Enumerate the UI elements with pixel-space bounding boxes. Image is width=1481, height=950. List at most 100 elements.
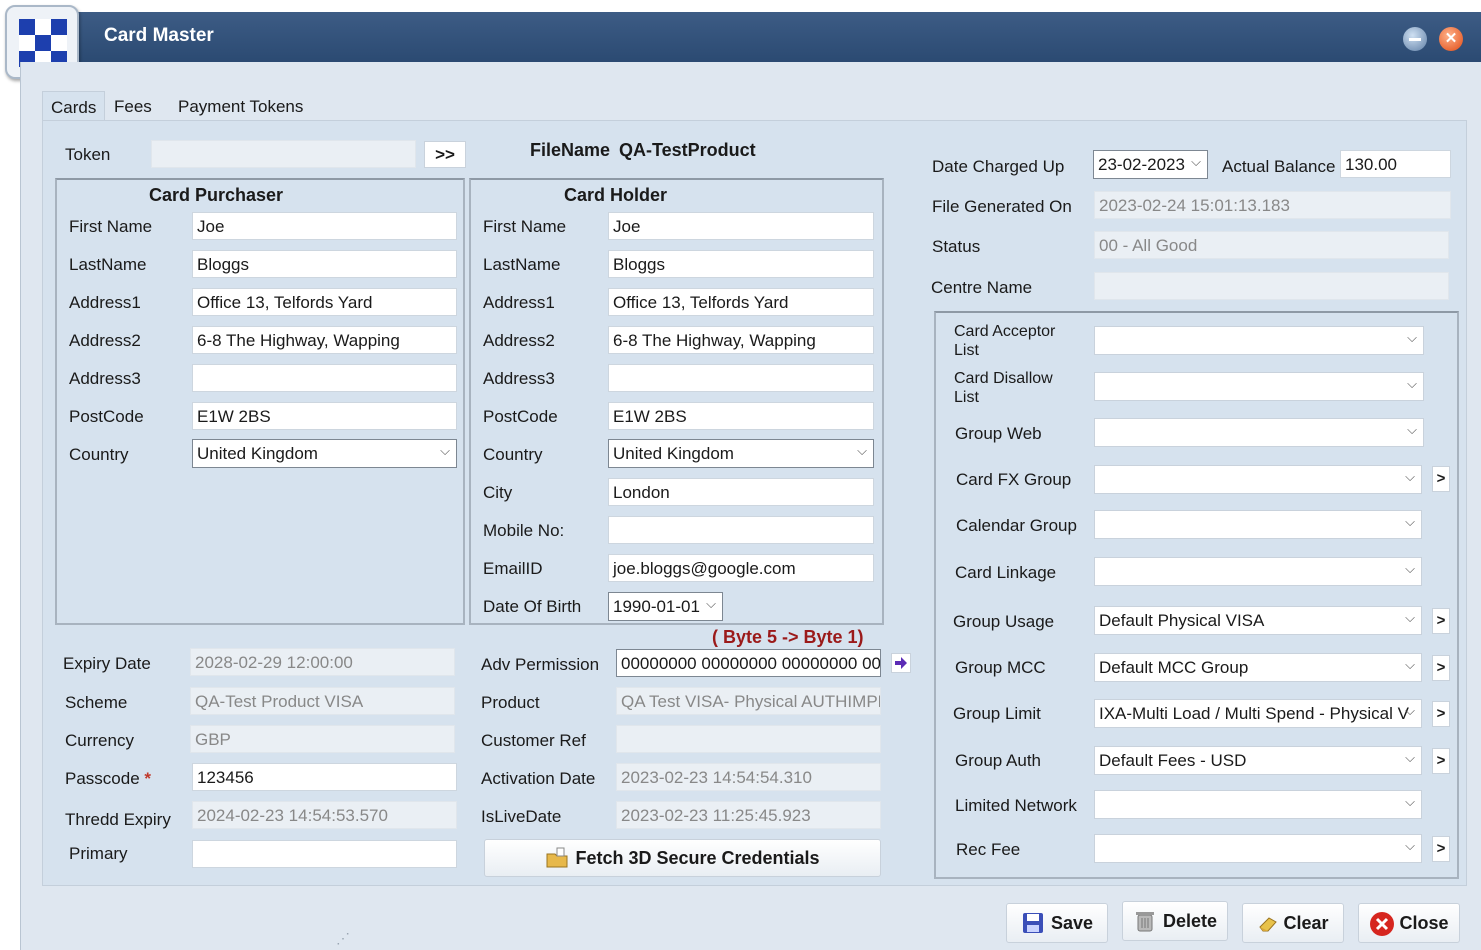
purchaser-last-name-input[interactable]: Bloggs [192,250,457,278]
close-label: Close [1399,912,1449,933]
adv-permission-expand-icon[interactable] [891,653,911,673]
passcode-input[interactable]: 123456 [192,763,457,791]
group-web-select[interactable] [1094,418,1424,447]
group-usage-select[interactable]: Default Physical VISA [1094,606,1422,635]
scheme-input[interactable]: QA-Test Product VISA [190,687,455,715]
chevron-down-icon [1405,657,1415,673]
is-live-date-input[interactable]: 2023-02-23 11:25:45.923 [616,801,881,829]
group-web-label: Group Web [955,424,1042,443]
holder-postcode-input[interactable]: E1W 2BS [608,402,874,430]
trash-icon [1133,909,1157,933]
byte-order-note: ( Byte 5 -> Byte 1) [712,627,864,647]
card-purchaser-title: Card Purchaser [149,185,284,205]
purchaser-address1-input[interactable]: Office 13, Telfords Yard [192,288,457,316]
thredd-expiry-input[interactable]: 2024-02-23 14:54:53.570 [192,801,457,829]
fetch-3d-secure-button[interactable]: Fetch 3D Secure Credentials [484,839,881,877]
purchaser-country-select[interactable]: United Kingdom [192,439,457,468]
activation-date-input[interactable]: 2023-02-23 14:54:54.310 [616,763,881,791]
expiry-date-input[interactable]: 2028-02-29 12:00:00 [190,648,455,676]
card-linkage-select[interactable] [1094,557,1422,586]
activation-date-label: Activation Date [481,769,596,788]
tab-payment-tokens[interactable]: Payment Tokens [170,91,311,121]
chevron-down-icon [706,596,716,612]
customer-ref-input[interactable] [616,725,881,753]
tab-fees[interactable]: Fees [106,91,160,121]
holder-country-select[interactable]: United Kingdom [608,439,874,468]
purchaser-postcode-input[interactable]: E1W 2BS [192,402,457,430]
purchaser-address3-input[interactable] [192,364,457,392]
thredd-expiry-label: Thredd Expiry [65,810,171,829]
centre-name-input[interactable] [1094,272,1449,300]
holder-email-input[interactable]: joe.bloggs@google.com [608,554,874,582]
holder-address1-input[interactable]: Office 13, Telfords Yard [608,288,874,316]
token-go-button[interactable]: >> [424,141,466,168]
holder-country-label: Country [483,445,543,464]
file-generated-on-input[interactable]: 2023-02-24 15:01:13.183 [1094,191,1451,219]
folder-key-icon [545,846,569,870]
save-button[interactable]: Save [1006,903,1108,943]
group-limit-select[interactable]: IXA-Multi Load / Multi Spend - Physical … [1094,699,1422,728]
card-acceptor-list-select[interactable] [1094,326,1424,355]
product-input[interactable]: QA Test VISA- Physical AUTHIMPR [616,687,881,715]
holder-address3-input[interactable] [608,364,874,392]
group-usage-open-button[interactable]: > [1432,608,1450,634]
chevron-down-icon [1405,469,1415,485]
group-auth-open-button[interactable]: > [1432,748,1450,774]
adv-permission-input[interactable]: 00000000 00000000 00000000 000 [616,649,881,677]
holder-dob-picker[interactable]: 1990-01-01 [608,592,723,621]
holder-address2-input[interactable]: 6-8 The Highway, Wapping [608,326,874,354]
group-auth-value: Default Fees - USD [1099,751,1247,770]
holder-dob-label: Date Of Birth [483,597,582,616]
group-mcc-open-button[interactable]: > [1432,655,1450,681]
group-usage-label: Group Usage [953,612,1055,631]
rec-fee-open-button[interactable]: > [1432,836,1450,862]
purchaser-first-name-input[interactable]: Joe [192,212,457,240]
holder-city-input[interactable]: London [608,478,874,506]
holder-country-value: United Kingdom [613,444,734,463]
date-charged-up-label: Date Charged Up [932,157,1065,176]
window-close-icon[interactable]: ✕ [1439,27,1463,51]
purchaser-address2-input[interactable]: 6-8 The Highway, Wapping [192,326,457,354]
token-input[interactable] [151,140,416,168]
group-limit-label: Group Limit [953,704,1041,723]
title-bar [20,12,1481,62]
fetch-3d-secure-label: Fetch 3D Secure Credentials [575,847,820,868]
expiry-date-label: Expiry Date [63,654,151,673]
card-disallow-list-select[interactable] [1094,372,1424,401]
purchaser-address3-label: Address3 [69,369,141,388]
calendar-group-select[interactable] [1094,510,1422,539]
holder-last-name-input[interactable]: Bloggs [608,250,874,278]
chevron-down-icon [1405,610,1415,626]
date-charged-up-value: 23-02-2023 [1098,155,1185,174]
primary-input[interactable] [192,840,457,868]
rec-fee-select[interactable] [1094,834,1422,863]
product-label: Product [481,693,540,712]
minimize-icon[interactable] [1403,27,1427,51]
date-charged-up-picker[interactable]: 23-02-2023 [1093,150,1208,179]
rec-fee-label: Rec Fee [956,840,1021,859]
card-linkage-label: Card Linkage [955,563,1057,582]
limited-network-select[interactable] [1094,790,1422,819]
tab-cards[interactable]: Cards [42,91,106,122]
card-fx-group-open-button[interactable]: > [1432,466,1450,492]
group-limit-open-button[interactable]: > [1432,701,1450,727]
card-fx-group-select[interactable] [1094,465,1422,494]
actual-balance-input[interactable]: 130.00 [1340,150,1451,178]
group-usage-value: Default Physical VISA [1099,611,1265,630]
holder-mobile-label: Mobile No: [483,521,565,540]
clear-button[interactable]: Clear [1242,903,1344,943]
group-mcc-select[interactable]: Default MCC Group [1094,653,1422,682]
passcode-label-text: Passcode [65,769,140,788]
status-input[interactable]: 00 - All Good [1094,231,1449,259]
resize-grip-icon[interactable]: ⋰ [336,930,350,947]
holder-first-name-input[interactable]: Joe [608,212,874,240]
card-disallow-list-label: Card Disallow List [954,369,1053,407]
purchaser-country-value: United Kingdom [197,444,318,463]
card-disallow-list-label-text: Card Disallow List [954,370,1053,406]
close-button[interactable]: Close [1358,903,1460,943]
currency-input[interactable]: GBP [190,725,455,753]
group-auth-select[interactable]: Default Fees - USD [1094,746,1422,775]
holder-mobile-input[interactable] [608,516,874,544]
delete-button[interactable]: Delete [1122,901,1228,941]
group-mcc-value: Default MCC Group [1099,658,1249,677]
